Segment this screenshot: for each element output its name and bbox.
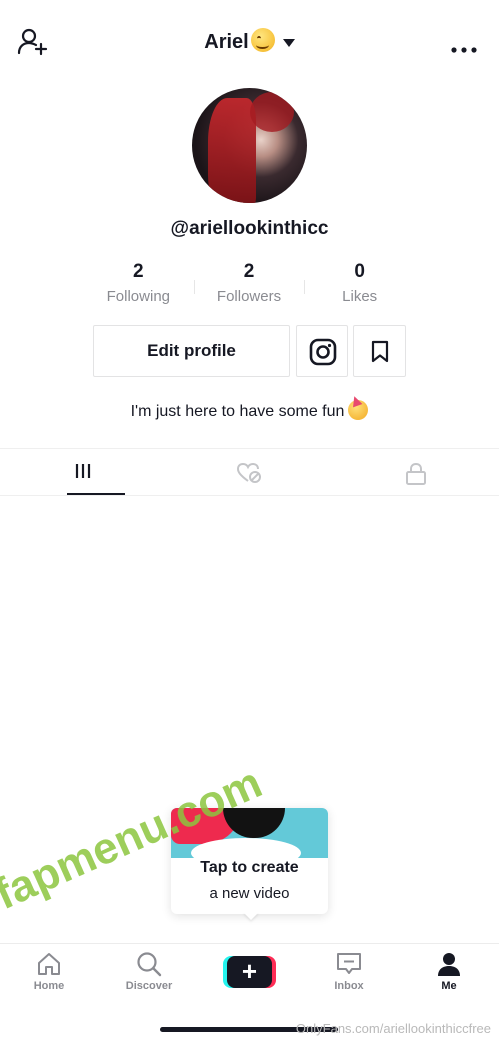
tab-private[interactable]	[333, 449, 499, 495]
nav-me-label: Me	[441, 980, 457, 992]
content-tabs	[0, 449, 499, 495]
stat-value: 2	[133, 261, 144, 282]
create-video-button[interactable]: +	[223, 956, 276, 988]
nav-inbox[interactable]: Inbox	[309, 950, 389, 1002]
profile-bio: I'm just here to have some fun	[0, 400, 499, 421]
lock-icon	[405, 462, 426, 485]
edit-profile-button[interactable]: Edit profile	[93, 325, 290, 377]
tooltip-title: Tap to create	[200, 859, 299, 876]
tooltip-arrow	[243, 912, 259, 920]
nav-discover[interactable]: Discover	[109, 950, 189, 1002]
stat-label: Followers	[216, 288, 282, 305]
nav-discover-label: Discover	[125, 980, 173, 992]
tab-videos[interactable]	[0, 449, 166, 495]
instagram-button[interactable]	[296, 325, 348, 377]
source-watermark: OnlyFans.com/ariellookinthiccfree	[295, 1021, 491, 1036]
search-icon	[137, 952, 162, 977]
bottom-navigation: Home Discover + Inbox Me	[0, 943, 499, 1003]
avatar[interactable]	[192, 88, 307, 203]
profile-icon	[438, 953, 460, 976]
nav-home-label: Home	[33, 980, 65, 992]
partying-face-emoji-icon	[348, 400, 369, 420]
stat-following[interactable]: 2 Following	[83, 262, 194, 308]
tabs-bottom-divider	[0, 495, 499, 496]
liked-heart-icon	[237, 462, 262, 483]
tab-liked[interactable]	[166, 449, 332, 495]
instagram-icon	[309, 338, 337, 366]
account-title: Ariel	[204, 31, 249, 53]
avatar-hair	[208, 98, 256, 203]
chevron-down-icon	[282, 38, 295, 47]
username: @ariellookinthicc	[170, 218, 329, 239]
nav-me[interactable]: Me	[409, 950, 489, 1002]
avatar-hair-top	[250, 92, 294, 132]
top-bar: Ariel	[0, 0, 499, 86]
bookmark-icon	[371, 340, 389, 363]
stat-value: 0	[354, 261, 365, 282]
profile-stats: 2 Following 2 Followers 0 Likes	[83, 262, 415, 308]
bio-text: I'm just here to have some fun	[130, 403, 345, 420]
nav-home[interactable]: Home	[9, 950, 89, 1002]
tooltip-subtitle: a new video	[209, 885, 290, 902]
more-dots-icon[interactable]	[451, 40, 477, 53]
grid-icon	[76, 464, 91, 478]
stat-value: 2	[243, 261, 255, 282]
home-icon	[38, 953, 60, 975]
smiling-face-emoji-icon	[250, 28, 275, 52]
plus-icon: +	[227, 956, 272, 988]
favorites-button[interactable]	[353, 325, 406, 377]
stat-likes: 0 Likes	[304, 262, 415, 308]
inbox-icon	[337, 953, 361, 974]
stat-label: Likes	[342, 288, 378, 305]
account-switcher[interactable]: Ariel	[0, 28, 499, 54]
stat-label: Following	[106, 288, 171, 305]
nav-inbox-label: Inbox	[334, 980, 364, 992]
stat-followers[interactable]: 2 Followers	[193, 261, 305, 308]
